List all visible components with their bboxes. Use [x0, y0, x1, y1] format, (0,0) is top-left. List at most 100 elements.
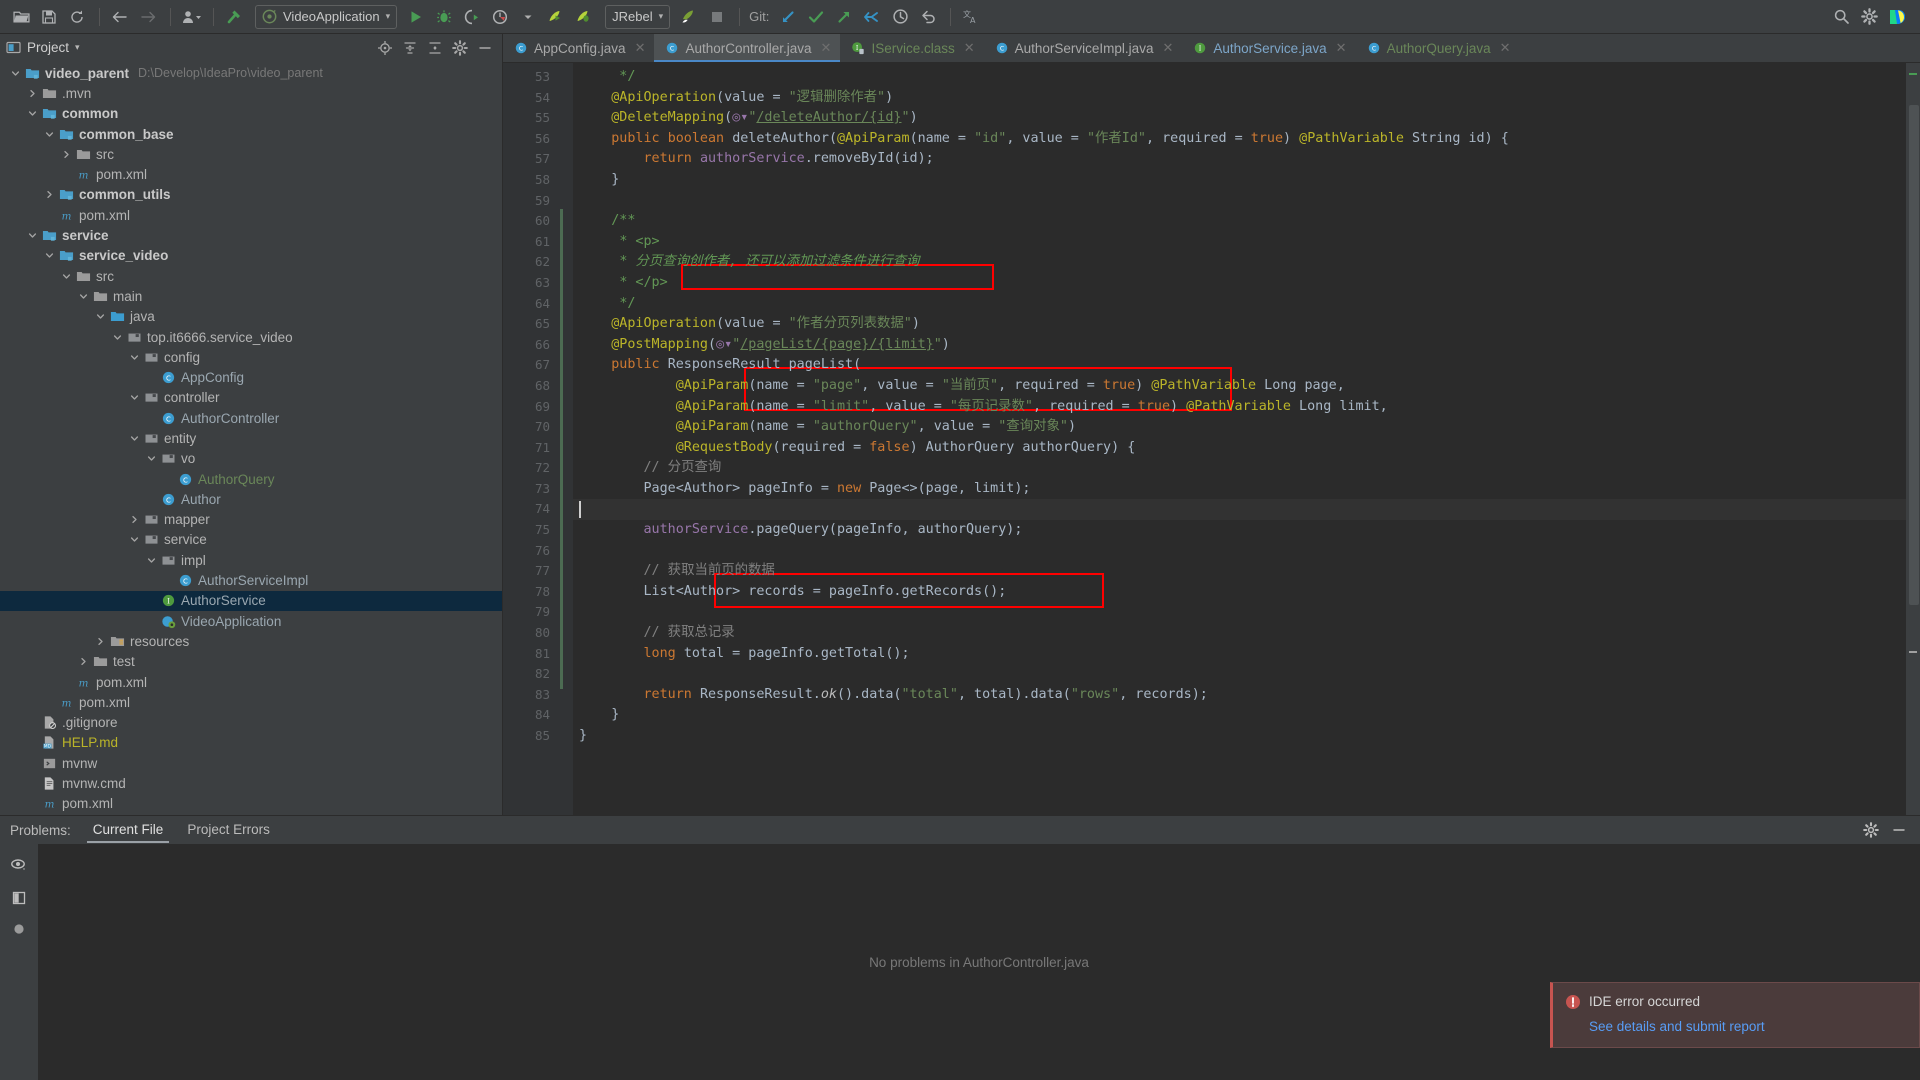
update-project-icon[interactable]	[775, 4, 801, 30]
settings-gear-icon[interactable]	[449, 37, 471, 59]
code-line[interactable]	[573, 664, 1906, 685]
chevron-down-icon[interactable]: ▾	[386, 11, 391, 22]
tree-item-controller[interactable]: controller	[0, 388, 502, 408]
tree-item-pom-xml[interactable]: m pom.xml	[0, 794, 502, 814]
chevron-right-icon[interactable]	[129, 514, 140, 525]
chevron-right-icon[interactable]	[61, 149, 72, 160]
code-line[interactable]: @PostMapping(◎▾ "/pageList/{page}/{limit}…	[573, 335, 1906, 356]
chevron-down-icon[interactable]: ▾	[75, 42, 80, 53]
code-line[interactable]	[573, 191, 1906, 212]
chevron-down-icon[interactable]	[129, 352, 140, 363]
code-line[interactable]: * <p>	[573, 232, 1906, 253]
code-line[interactable]: @RequestBody(required = false) AuthorQue…	[573, 438, 1906, 459]
chevron-down-icon[interactable]	[146, 453, 157, 464]
code-line[interactable]: }	[573, 705, 1906, 726]
editor-tab-authorservice-java[interactable]: I AuthorService.java ✕	[1182, 34, 1355, 62]
rollback-icon[interactable]	[915, 4, 941, 30]
jrebel-run-icon[interactable]	[543, 4, 569, 30]
settings-gear-icon[interactable]	[1860, 819, 1882, 841]
chevron-down-icon[interactable]	[10, 68, 21, 79]
pull-request-icon[interactable]	[859, 4, 885, 30]
tree-item-common[interactable]: common	[0, 104, 502, 124]
tree-item-pom-xml[interactable]: m pom.xml	[0, 672, 502, 692]
translate-icon[interactable]: 文A	[958, 4, 984, 30]
run-icon[interactable]	[403, 4, 429, 30]
editor-tab-iservice-class[interactable]: I IService.class ✕	[840, 34, 983, 62]
code-line[interactable]: @ApiParam(name = "authorQuery", value = …	[573, 417, 1906, 438]
tree-item-main[interactable]: main	[0, 286, 502, 306]
tree-item-service[interactable]: service	[0, 225, 502, 245]
profiler-caret-icon[interactable]	[515, 4, 541, 30]
jrebel-selector[interactable]: JRebel ▾	[605, 4, 671, 29]
chevron-down-icon[interactable]	[78, 291, 89, 302]
preview-eye-icon[interactable]	[10, 856, 28, 874]
run-configuration-selector[interactable]: VideoApplication ▾	[255, 4, 398, 29]
editor-tab-bar[interactable]: C AppConfig.java ✕ C AuthorController.java ✕ I…	[503, 34, 1920, 63]
tree-item-entity[interactable]: entity	[0, 428, 502, 448]
chevron-down-icon[interactable]	[27, 230, 38, 241]
code-line[interactable]: */	[573, 294, 1906, 315]
tree-item-mvnw[interactable]: mvnw	[0, 753, 502, 773]
close-icon[interactable]: ✕	[964, 40, 975, 56]
commit-icon[interactable]	[803, 4, 829, 30]
code-line[interactable]: return ResponseResult.ok().data("total",…	[573, 685, 1906, 706]
back-arrow-icon[interactable]	[107, 4, 133, 30]
tree-item-src[interactable]: src	[0, 266, 502, 286]
ide-error-notification[interactable]: IDE error occurred See details and submi…	[1550, 982, 1920, 1048]
debug-icon[interactable]	[431, 4, 457, 30]
tree-item-impl[interactable]: impl	[0, 550, 502, 570]
tree-item-video-parent[interactable]: video_parent D:\Develop\IdeaPro\video_par…	[0, 63, 502, 83]
expand-all-icon[interactable]	[399, 37, 421, 59]
search-everywhere-icon[interactable]	[1828, 4, 1854, 30]
push-icon[interactable]	[831, 4, 857, 30]
tree-item-config[interactable]: config	[0, 347, 502, 367]
editor-marker-rail[interactable]	[1906, 63, 1920, 815]
code-line[interactable]: * 分页查询创作者, 还可以添加过滤条件进行查询	[573, 252, 1906, 273]
chevron-right-icon[interactable]	[95, 636, 106, 647]
tree-item-resources[interactable]: resources	[0, 631, 502, 651]
chevron-right-icon[interactable]	[27, 88, 38, 99]
code-line[interactable]: // 获取当前页的数据	[573, 561, 1906, 582]
history-icon[interactable]	[887, 4, 913, 30]
split-view-icon[interactable]	[11, 890, 27, 906]
collapse-all-icon[interactable]	[424, 37, 446, 59]
tree-item-service[interactable]: service	[0, 530, 502, 550]
editor-tab-appconfig-java[interactable]: C AppConfig.java ✕	[503, 34, 654, 62]
tree-item-authorquery[interactable]: C AuthorQuery	[0, 469, 502, 489]
editor-tab-authorserviceimpl-java[interactable]: C AuthorServiceImpl.java ✕	[984, 34, 1183, 62]
user-profile-icon[interactable]	[178, 4, 204, 30]
code-line[interactable]: public boolean deleteAuthor(@ApiParam(na…	[573, 129, 1906, 150]
chevron-down-icon[interactable]	[129, 392, 140, 403]
code-line[interactable]: @ApiParam(name = "page", value = "当前页", …	[573, 376, 1906, 397]
tree-item-pom-xml[interactable]: m pom.xml	[0, 205, 502, 225]
build-hammer-icon[interactable]	[221, 4, 247, 30]
close-icon[interactable]: ✕	[1336, 40, 1347, 56]
jrebel-debug-icon[interactable]	[571, 4, 597, 30]
code-editor[interactable]: 53 54 55 56 57 58 59 60 61 62 63 64 65 66 67 68 69 70 71 72…	[503, 63, 1920, 815]
project-tree[interactable]: video_parent D:\Develop\IdeaPro\video_par…	[0, 61, 502, 815]
close-icon[interactable]: ✕	[1162, 40, 1173, 56]
code-line[interactable]: @ApiParam(name = "limit", value = "每页记录数…	[573, 397, 1906, 418]
chevron-down-icon[interactable]	[44, 129, 55, 140]
code-line[interactable]: @ApiOperation(value = "作者分页列表数据")	[573, 314, 1906, 335]
chevron-right-icon[interactable]	[78, 656, 89, 667]
tree-item-gitignore[interactable]: .gitignore	[0, 713, 502, 733]
tree-item-appconfig[interactable]: C AppConfig	[0, 367, 502, 387]
tree-item-mapper[interactable]: mapper	[0, 510, 502, 530]
hide-panel-icon[interactable]	[474, 37, 496, 59]
tree-item-test[interactable]: test	[0, 652, 502, 672]
close-icon[interactable]: ✕	[821, 40, 832, 56]
code-line[interactable]	[573, 499, 1906, 521]
code-line[interactable]: public ResponseResult pageList(	[573, 355, 1906, 376]
tree-item-help-md[interactable]: MD HELP.md	[0, 733, 502, 753]
tree-item-common-base[interactable]: common_base	[0, 124, 502, 144]
settings-gear-icon[interactable]	[1856, 4, 1882, 30]
tree-item-top-it6666-service-video[interactable]: top.it6666.service_video	[0, 327, 502, 347]
jrebel-deploy-icon[interactable]	[676, 4, 702, 30]
code-line[interactable]: * </p>	[573, 273, 1906, 294]
code-line[interactable]: /**	[573, 211, 1906, 232]
chevron-down-icon[interactable]	[146, 555, 157, 566]
code-line[interactable]	[573, 602, 1906, 623]
code-line[interactable]: authorService.pageQuery(pageInfo, author…	[573, 520, 1906, 541]
tree-item-java[interactable]: java	[0, 307, 502, 327]
